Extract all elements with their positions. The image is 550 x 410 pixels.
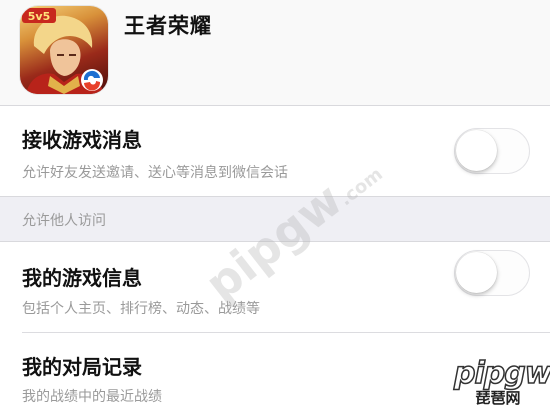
section-header-label: 允许他人访问 xyxy=(22,213,106,229)
app-icon-badge: 5v5 xyxy=(28,10,50,23)
receive-game-messages-row: 接收游戏消息 允许好友发送邀请、送心等消息到微信会话 xyxy=(0,106,550,196)
receive-game-messages-title: 接收游戏消息 xyxy=(22,128,142,152)
app-title: 王者荣耀 xyxy=(124,14,212,38)
my-game-info-subtitle: 包括个人主页、排行榜、动态、战绩等 xyxy=(22,301,260,317)
corner-watermark-logo: pipgw 琵琶网 xyxy=(453,356,550,407)
section-header: 允许他人访问 xyxy=(0,196,550,242)
receive-game-messages-toggle[interactable] xyxy=(454,128,530,174)
my-match-records-title: 我的对局记录 xyxy=(22,355,142,379)
corner-watermark-mark: pipgw xyxy=(453,356,550,391)
app-header: 5v5 王者荣耀 xyxy=(0,0,550,106)
toggle-knob xyxy=(456,252,497,293)
my-match-records-subtitle: 我的战绩中的最近战绩 xyxy=(22,389,162,405)
app-icon-art: 5v5 xyxy=(22,8,104,94)
receive-game-messages-subtitle: 允许好友发送邀请、送心等消息到微信会话 xyxy=(22,165,288,181)
toggle-knob xyxy=(456,130,497,171)
corner-watermark-site-name: 琵琶网 xyxy=(475,389,521,407)
my-game-info-row: 我的游戏信息 包括个人主页、排行榜、动态、战绩等 xyxy=(0,242,550,333)
my-game-info-toggle[interactable] xyxy=(454,250,530,296)
my-game-info-title: 我的游戏信息 xyxy=(22,266,142,290)
app-icon: 5v5 xyxy=(20,6,108,94)
